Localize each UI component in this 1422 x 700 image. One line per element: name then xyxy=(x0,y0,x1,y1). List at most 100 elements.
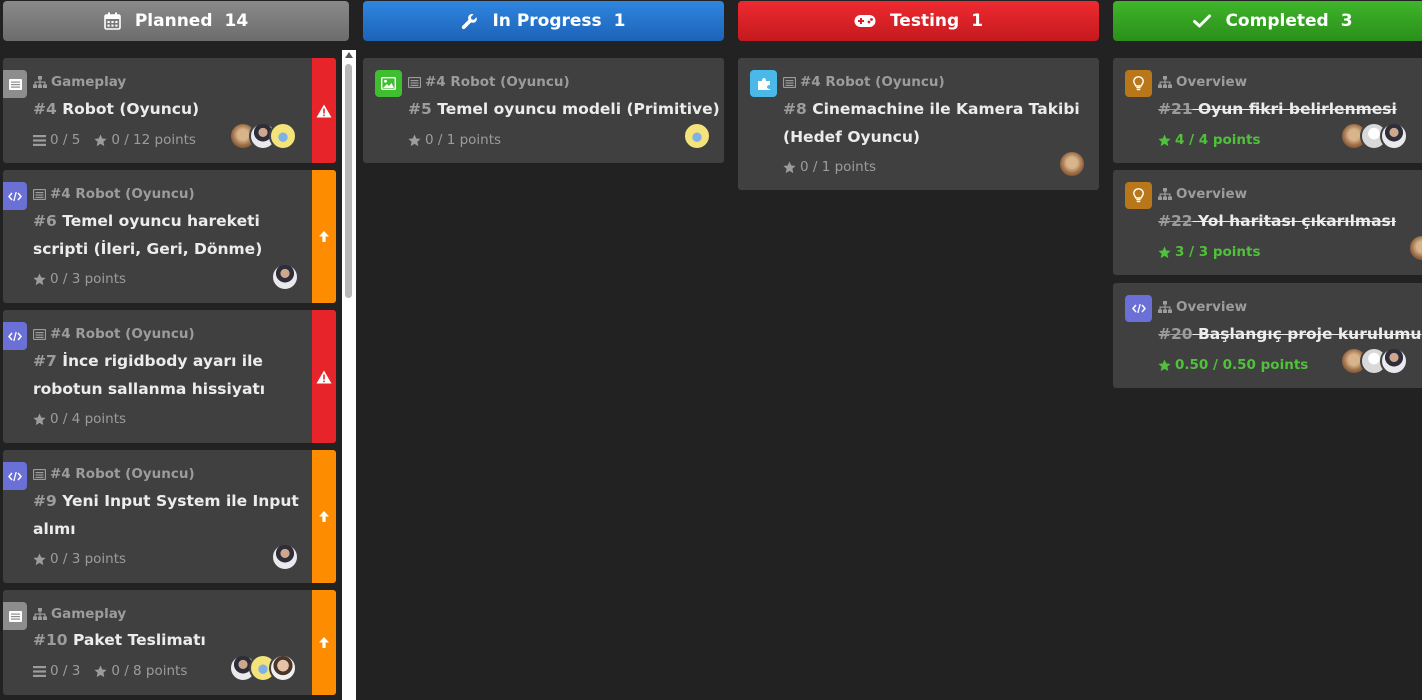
avatar[interactable] xyxy=(271,543,299,571)
card-number: #21 xyxy=(1158,100,1193,118)
card-parent-label: Overview xyxy=(1176,74,1248,90)
gamepad-icon xyxy=(854,14,876,28)
star-icon xyxy=(1158,246,1171,258)
avatar[interactable] xyxy=(1380,347,1408,375)
column-header-completed[interactable]: Completed 3 xyxy=(1113,1,1422,41)
calendar-icon xyxy=(104,12,121,30)
card-parent: #4 Robot (Oyuncu) xyxy=(408,74,570,90)
avatar[interactable] xyxy=(1058,150,1086,178)
card-title[interactable]: #7 İnce rigidbody ayarı ile robotun sall… xyxy=(33,347,265,403)
card-completed-20[interactable]: Overview #20 Başlangıç proje kurulumu 0.… xyxy=(1113,283,1422,388)
priority-high xyxy=(312,590,336,695)
card-number: #9 xyxy=(33,492,57,510)
wrench-icon xyxy=(461,13,478,30)
card-title[interactable]: #5 Temel oyuncu modeli (Primitive) xyxy=(408,95,720,123)
card-planned-4[interactable]: Gameplay #4 Robot (Oyuncu) 0 / 5 0 / 12 … xyxy=(3,58,336,163)
card-parent-label: #4 Robot (Oyuncu) xyxy=(50,186,195,202)
card-assignees[interactable] xyxy=(271,263,299,291)
avatar[interactable] xyxy=(271,263,299,291)
card-assignees[interactable] xyxy=(683,122,711,150)
sitemap-icon xyxy=(1158,76,1172,88)
card-stats: 0 / 1 points xyxy=(783,159,890,175)
column-header-testing[interactable]: Testing 1 xyxy=(738,1,1099,41)
card-parent: #4 Robot (Oyuncu) xyxy=(33,326,195,342)
card-assignees[interactable] xyxy=(271,543,299,571)
check-icon xyxy=(1193,14,1212,28)
card-assignees[interactable] xyxy=(1058,150,1086,178)
card-parent-label: #4 Robot (Oyuncu) xyxy=(800,74,945,90)
card-title-text: Paket Teslimatı xyxy=(72,631,206,649)
scroll-up-arrow-icon[interactable] xyxy=(345,52,353,58)
card-number: #4 xyxy=(33,100,57,118)
card-stats: 0 / 3 points xyxy=(33,551,140,567)
sitemap-icon xyxy=(1158,301,1172,313)
card-points: 0.50 / 0.50 points xyxy=(1175,357,1309,373)
avatar[interactable] xyxy=(1380,122,1408,150)
card-title-text: Oyun fikri belirlenmesi xyxy=(1197,100,1397,118)
priority-critical xyxy=(312,58,336,163)
warning-icon xyxy=(316,104,332,117)
card-title[interactable]: #22 Yol haritası çıkarılması xyxy=(1158,207,1396,235)
card-tasks: 0 / 3 xyxy=(50,663,81,679)
avatar[interactable] xyxy=(683,122,711,150)
avatar[interactable] xyxy=(1408,234,1422,262)
card-planned-9[interactable]: #4 Robot (Oyuncu) #9 Yeni Input System i… xyxy=(3,450,336,583)
kanban-board: Planned 14 In Progress 1 Testing 1 Compl… xyxy=(0,0,1422,700)
star-icon xyxy=(33,273,46,285)
card-parent-label: #4 Robot (Oyuncu) xyxy=(50,466,195,482)
card-title-text: alımı xyxy=(33,520,76,538)
card-in-progress-5[interactable]: #4 Robot (Oyuncu) #5 Temel oyuncu modeli… xyxy=(363,58,724,163)
card-parent: #4 Robot (Oyuncu) xyxy=(783,74,945,90)
list-icon xyxy=(408,76,421,88)
code-icon xyxy=(1125,295,1152,322)
avatar[interactable] xyxy=(269,654,297,682)
card-parent: #4 Robot (Oyuncu) xyxy=(33,186,195,202)
priority-critical xyxy=(312,310,336,443)
column-count: 1 xyxy=(971,11,984,31)
card-title[interactable]: #6 Temel oyuncu hareketi scripti (İleri,… xyxy=(33,207,262,263)
warning-icon xyxy=(316,370,332,383)
card-title-text: Yol haritası çıkarılması xyxy=(1197,212,1397,230)
card-stats: 0 / 4 points xyxy=(33,411,140,427)
card-number: #22 xyxy=(1158,212,1193,230)
card-assignees[interactable] xyxy=(229,122,297,150)
card-title[interactable]: #9 Yeni Input System ile Input alımı xyxy=(33,487,299,543)
card-assignees[interactable] xyxy=(229,654,297,682)
card-assignees[interactable] xyxy=(1340,347,1408,375)
card-title[interactable]: #21 Oyun fikri belirlenmesi xyxy=(1158,95,1397,123)
card-title-text: robotun sallanma hissiyatı xyxy=(33,380,266,398)
card-number: #7 xyxy=(33,352,57,370)
card-title[interactable]: #8 Cinemachine ile Kamera Takibi (Hedef … xyxy=(783,95,1080,151)
card-tasks: 0 / 5 xyxy=(50,132,81,148)
lightbulb-icon xyxy=(1125,70,1152,97)
card-title[interactable]: #4 Robot (Oyuncu) xyxy=(33,95,199,123)
arrow-up-icon xyxy=(319,637,329,648)
star-icon xyxy=(94,134,107,146)
card-title[interactable]: #20 Başlangıç proje kurulumu xyxy=(1158,320,1421,348)
list-icon xyxy=(3,70,27,98)
card-planned-10[interactable]: Gameplay #10 Paket Teslimatı 0 / 3 0 / 8… xyxy=(3,590,336,695)
card-assignees[interactable] xyxy=(1340,122,1408,150)
card-completed-21[interactable]: Overview #21 Oyun fikri belirlenmesi 4 /… xyxy=(1113,58,1422,163)
card-planned-7[interactable]: #4 Robot (Oyuncu) #7 İnce rigidbody ayar… xyxy=(3,310,336,443)
card-points: 0 / 3 points xyxy=(50,271,127,287)
card-stats: 0 / 3 points xyxy=(33,271,140,287)
card-testing-8[interactable]: #4 Robot (Oyuncu) #8 Cinemachine ile Kam… xyxy=(738,58,1099,190)
scrollbar-thumb[interactable] xyxy=(345,64,352,298)
list-icon xyxy=(33,328,46,340)
card-parent-label: Overview xyxy=(1176,186,1248,202)
card-title[interactable]: #10 Paket Teslimatı xyxy=(33,626,206,654)
avatar[interactable] xyxy=(269,122,297,150)
card-assignees[interactable] xyxy=(1408,234,1422,262)
puzzle-icon xyxy=(750,70,777,97)
card-points: 0 / 1 points xyxy=(800,159,877,175)
card-title-text: Robot (Oyuncu) xyxy=(62,100,200,118)
card-title-text: Temel oyuncu modeli (Primitive) xyxy=(437,100,720,118)
list-icon xyxy=(783,76,796,88)
card-planned-6[interactable]: #4 Robot (Oyuncu) #6 Temel oyuncu hareke… xyxy=(3,170,336,303)
column-header-in-progress[interactable]: In Progress 1 xyxy=(363,1,724,41)
column-count: 3 xyxy=(1340,11,1353,31)
card-completed-22[interactable]: Overview #22 Yol haritası çıkarılması 3 … xyxy=(1113,170,1422,275)
card-number: #8 xyxy=(783,100,807,118)
column-header-planned[interactable]: Planned 14 xyxy=(3,1,349,41)
